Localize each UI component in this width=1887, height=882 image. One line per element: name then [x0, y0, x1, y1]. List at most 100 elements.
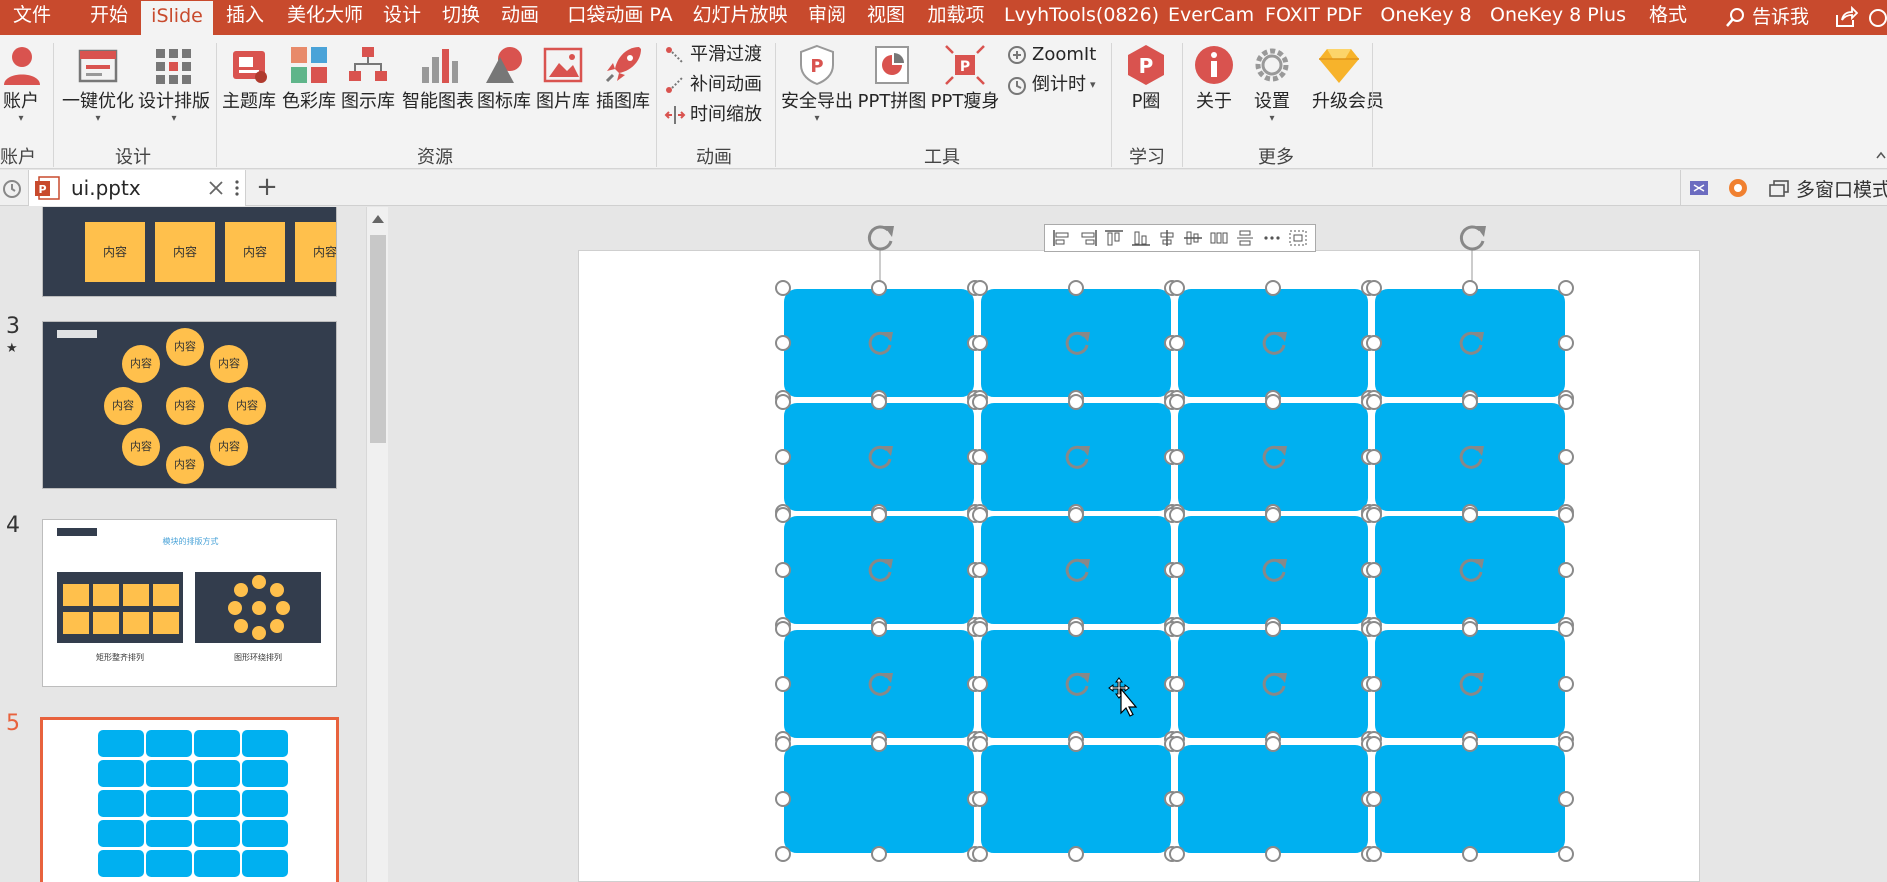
resize-handle[interactable]: [1366, 562, 1382, 578]
resize-handle[interactable]: [1169, 394, 1185, 410]
resize-handle[interactable]: [1462, 507, 1478, 523]
resize-handle[interactable]: [871, 507, 887, 523]
align-bottom-icon[interactable]: [1131, 229, 1151, 247]
resize-handle[interactable]: [972, 394, 988, 410]
resize-handle[interactable]: [871, 736, 887, 752]
resize-handle[interactable]: [1462, 736, 1478, 752]
rounded-rectangle-shape[interactable]: [1373, 628, 1567, 740]
resize-handle[interactable]: [871, 280, 887, 296]
resize-handle[interactable]: [1169, 280, 1185, 296]
resize-handle[interactable]: [1068, 621, 1084, 637]
rounded-rectangle-shape[interactable]: [1373, 514, 1567, 626]
resize-handle[interactable]: [1169, 449, 1185, 465]
distribute-horizontal-icon[interactable]: [1209, 229, 1229, 247]
resize-handle[interactable]: [1265, 280, 1281, 296]
resize-handle[interactable]: [871, 394, 887, 410]
resize-handle[interactable]: [1265, 507, 1281, 523]
align-right-icon[interactable]: [1078, 229, 1098, 247]
resize-handle[interactable]: [1558, 562, 1574, 578]
resize-handle[interactable]: [775, 335, 791, 351]
resize-handle[interactable]: [1169, 507, 1185, 523]
resize-handle[interactable]: [1169, 791, 1185, 807]
resize-handle[interactable]: [1558, 736, 1574, 752]
resize-handle[interactable]: [1462, 846, 1478, 862]
resize-handle[interactable]: [1462, 280, 1478, 296]
distribute-vertical-icon[interactable]: [1235, 229, 1255, 247]
resize-handle[interactable]: [1558, 449, 1574, 465]
rounded-rectangle-shape[interactable]: [1176, 514, 1370, 626]
resize-handle[interactable]: [1558, 676, 1574, 692]
resize-handle[interactable]: [1265, 394, 1281, 410]
resize-handle[interactable]: [1265, 846, 1281, 862]
resize-handle[interactable]: [775, 562, 791, 578]
resize-handle[interactable]: [1366, 791, 1382, 807]
rounded-rectangle-shape[interactable]: [782, 514, 976, 626]
resize-handle[interactable]: [775, 621, 791, 637]
rounded-rectangle-shape[interactable]: [979, 628, 1173, 740]
resize-handle[interactable]: [1558, 846, 1574, 862]
rounded-rectangle-shape[interactable]: [979, 743, 1173, 855]
resize-handle[interactable]: [1366, 621, 1382, 637]
resize-handle[interactable]: [775, 791, 791, 807]
align-top-icon[interactable]: [1104, 229, 1124, 247]
resize-handle[interactable]: [1558, 280, 1574, 296]
resize-handle[interactable]: [972, 507, 988, 523]
resize-handle[interactable]: [1068, 736, 1084, 752]
resize-handle[interactable]: [972, 335, 988, 351]
align-center-horizontal-icon[interactable]: [1157, 229, 1177, 247]
rounded-rectangle-shape[interactable]: [979, 514, 1173, 626]
resize-handle[interactable]: [1558, 335, 1574, 351]
resize-handle[interactable]: [871, 621, 887, 637]
resize-handle[interactable]: [1366, 846, 1382, 862]
resize-handle[interactable]: [1366, 676, 1382, 692]
resize-handle[interactable]: [972, 562, 988, 578]
resize-handle[interactable]: [972, 621, 988, 637]
resize-handle[interactable]: [972, 846, 988, 862]
rounded-rectangle-shape[interactable]: [1176, 743, 1370, 855]
resize-handle[interactable]: [972, 791, 988, 807]
rounded-rectangle-shape[interactable]: [1176, 287, 1370, 399]
resize-handle[interactable]: [1169, 335, 1185, 351]
resize-handle[interactable]: [1462, 394, 1478, 410]
group-icon[interactable]: [1288, 229, 1308, 247]
resize-handle[interactable]: [1366, 394, 1382, 410]
resize-handle[interactable]: [1366, 507, 1382, 523]
resize-handle[interactable]: [1169, 621, 1185, 637]
rounded-rectangle-shape[interactable]: [782, 628, 976, 740]
resize-handle[interactable]: [1068, 394, 1084, 410]
resize-handle[interactable]: [775, 394, 791, 410]
rounded-rectangle-shape[interactable]: [1373, 401, 1567, 513]
rounded-rectangle-shape[interactable]: [979, 401, 1173, 513]
resize-handle[interactable]: [1265, 621, 1281, 637]
resize-handle[interactable]: [1169, 736, 1185, 752]
rounded-rectangle-shape[interactable]: [1176, 628, 1370, 740]
rounded-rectangle-shape[interactable]: [1373, 287, 1567, 399]
resize-handle[interactable]: [775, 736, 791, 752]
align-middle-vertical-icon[interactable]: [1183, 229, 1203, 247]
resize-handle[interactable]: [1366, 335, 1382, 351]
resize-handle[interactable]: [1558, 394, 1574, 410]
resize-handle[interactable]: [1169, 676, 1185, 692]
resize-handle[interactable]: [1366, 280, 1382, 296]
more-options-icon[interactable]: [1262, 229, 1282, 247]
resize-handle[interactable]: [1558, 507, 1574, 523]
align-left-icon[interactable]: [1052, 229, 1072, 247]
rounded-rectangle-shape[interactable]: [782, 401, 976, 513]
resize-handle[interactable]: [775, 449, 791, 465]
rounded-rectangle-shape[interactable]: [1373, 743, 1567, 855]
resize-handle[interactable]: [775, 280, 791, 296]
resize-handle[interactable]: [1169, 846, 1185, 862]
rounded-rectangle-shape[interactable]: [782, 287, 976, 399]
resize-handle[interactable]: [1265, 736, 1281, 752]
resize-handle[interactable]: [1558, 791, 1574, 807]
resize-handle[interactable]: [1366, 736, 1382, 752]
resize-handle[interactable]: [972, 280, 988, 296]
resize-handle[interactable]: [775, 846, 791, 862]
resize-handle[interactable]: [1169, 562, 1185, 578]
selected-shapes-layer[interactable]: [0, 0, 1887, 882]
resize-handle[interactable]: [972, 449, 988, 465]
rounded-rectangle-shape[interactable]: [979, 287, 1173, 399]
resize-handle[interactable]: [972, 736, 988, 752]
resize-handle[interactable]: [871, 846, 887, 862]
rounded-rectangle-shape[interactable]: [782, 743, 976, 855]
